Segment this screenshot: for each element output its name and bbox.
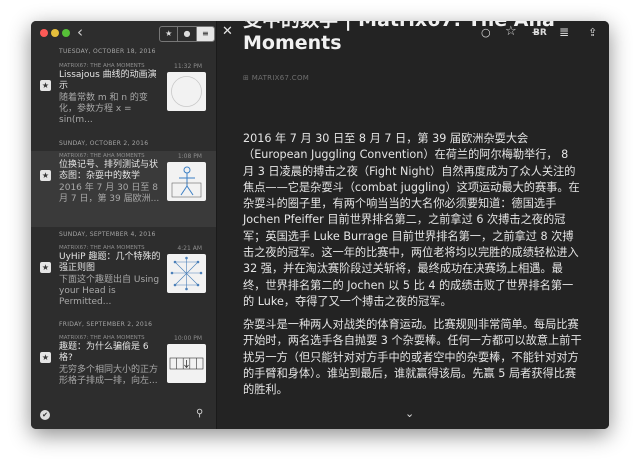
filter-segmented-control: ★ ● ≡ — [159, 26, 215, 42]
article-thumbnail — [167, 72, 206, 111]
item-title: 趣题：为什么骗偷是 6 格? — [59, 342, 149, 363]
article-list-item[interactable]: ★ MATRIX67: THE AHA MOMENTS 11:32 PM Lis… — [31, 61, 216, 137]
article-source-link[interactable]: ⊞ MATRIX67.COM — [243, 74, 309, 82]
item-source: MATRIX67: THE AHA MOMENTS — [59, 245, 145, 251]
article-list-item[interactable]: ★ MATRIX67: THE AHA MOMENTS 10:00 PM 趣题：… — [31, 333, 216, 409]
date-header: FRIDAY, SEPTEMBER 2, 2016 — [59, 321, 153, 328]
reader-pane: ✕ ○ ☆ B̶R ≣ ⇪ 变中的数学 | Matrix67: The Aha … — [217, 21, 609, 429]
item-title: Lissajous 曲线的动画演示 — [59, 70, 157, 91]
date-header: TUESDAY, OCTOBER 18, 2016 — [59, 48, 156, 55]
star-icon[interactable]: ★ — [40, 262, 51, 273]
star-icon[interactable]: ★ — [40, 80, 51, 91]
back-icon[interactable]: ‹ — [77, 23, 83, 41]
maximize-window-button[interactable] — [62, 29, 70, 37]
item-time: 11:32 PM — [174, 63, 202, 70]
item-title: UyHiP 趣题：几个特殊的强正则图 — [59, 252, 161, 273]
filter-unread-tab[interactable]: ● — [178, 27, 197, 41]
item-excerpt: 随着常数 m 和 n 的变化，参数方程 x = sin(m... — [59, 93, 148, 125]
article-title: 变中的数学 | Matrix67: The Aha Moments — [243, 21, 555, 54]
star-icon[interactable]: ★ — [40, 352, 51, 363]
article-thumbnail — [167, 254, 206, 293]
minimize-window-button[interactable] — [51, 29, 59, 37]
close-window-button[interactable] — [40, 29, 48, 37]
mark-all-read-icon[interactable]: ✔ — [40, 410, 50, 420]
item-excerpt: 下面这个趣题出自 Using your Head is Permitted... — [59, 275, 160, 307]
sidebar: ‹ ★ ● ≡ TUESDAY, OCTOBER 18, 2016 ★ MATR… — [31, 21, 217, 429]
article-list-item[interactable]: ★ MATRIX67: THE AHA MOMENTS 4:21 AM UyHi… — [31, 243, 216, 319]
app-window: ‹ ★ ● ≡ TUESDAY, OCTOBER 18, 2016 ★ MATR… — [31, 21, 609, 429]
date-header: SUNDAY, OCTOBER 2, 2016 — [59, 140, 149, 147]
article-list-item-selected[interactable]: ★ MATRIX67: THE AHA MOMENTS 1:08 PM 位换记号… — [31, 151, 216, 227]
article-thumbnail — [167, 162, 206, 201]
item-source: MATRIX67: THE AHA MOMENTS — [59, 63, 145, 69]
item-time: 4:21 AM — [177, 245, 202, 252]
search-icon[interactable]: ⚲ — [196, 408, 203, 419]
filter-starred-tab[interactable]: ★ — [160, 27, 179, 41]
item-excerpt: 无穷多个相同大小的正方形格子排成一排，向左... — [59, 365, 159, 386]
share-icon[interactable]: ⇪ — [588, 26, 597, 39]
item-source: MATRIX67: THE AHA MOMENTS — [59, 153, 145, 159]
article-paragraph: 2016 年 7 月 30 日至 8 月 7 日，第 39 届欧洲杂耍大会（Eu… — [243, 132, 580, 308]
article-paragraph: 杂耍斗是一种两人对战类的体育运动。比赛规则非常简单。每局比赛开始时，两名选手各自… — [243, 318, 582, 397]
item-source: MATRIX67: THE AHA MOMENTS — [59, 335, 145, 341]
article-thumbnail — [167, 344, 206, 383]
close-icon[interactable]: ✕ — [222, 24, 233, 39]
item-time: 1:08 PM — [177, 153, 202, 160]
item-time: 10:00 PM — [174, 335, 202, 342]
chevron-down-icon[interactable]: ⌄ — [405, 407, 414, 420]
star-icon[interactable]: ★ — [40, 170, 51, 181]
filter-all-tab[interactable]: ≡ — [196, 27, 214, 41]
date-header: SUNDAY, SEPTEMBER 4, 2016 — [59, 231, 156, 238]
item-excerpt: 2016 年 7 月 30 日至 8 月 7 日，第 39 届欧洲... — [59, 183, 160, 204]
item-title: 位换记号、排列测试与状态图：杂耍中的数学 — [59, 160, 159, 181]
